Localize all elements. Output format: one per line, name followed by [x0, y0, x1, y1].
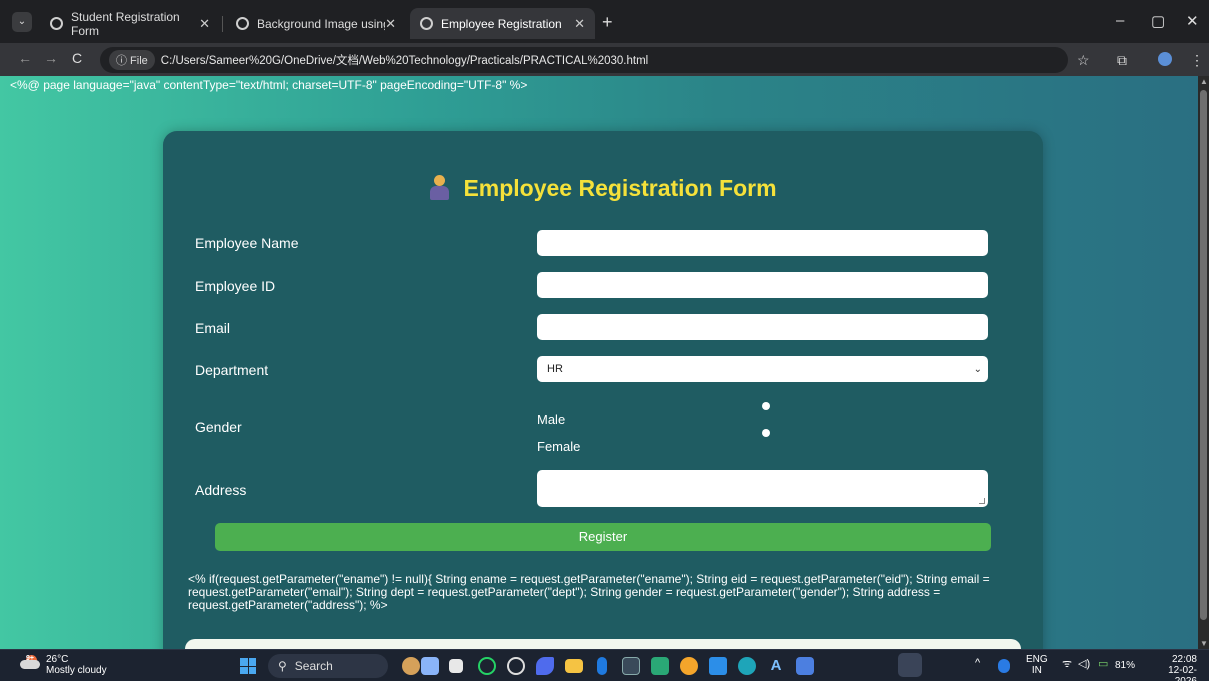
close-tab-icon[interactable]: ✕	[385, 16, 396, 32]
app-icon-green[interactable]	[651, 657, 669, 675]
jsp-scriptlet-code: <% if(request.getParameter("ename") != n…	[188, 572, 990, 612]
minimize-button[interactable]: –	[1116, 12, 1124, 29]
scrollbar-thumb[interactable]	[1200, 90, 1207, 620]
close-window-button[interactable]: ✕	[1186, 12, 1199, 30]
department-label: Department	[195, 362, 269, 378]
tab-background-image[interactable]: Background Image using Intern ✕	[226, 8, 406, 39]
copilot-app-icon[interactable]	[536, 657, 554, 675]
cloudy-weather-icon: 9+	[20, 655, 42, 669]
language-indicator[interactable]: ENG IN	[1026, 654, 1048, 676]
restore-button[interactable]: ▢	[1151, 12, 1165, 30]
globe-icon	[50, 17, 63, 30]
address-label: Address	[195, 482, 247, 498]
chatgpt-icon[interactable]	[507, 657, 525, 675]
clock-time: 22:08	[1171, 654, 1197, 665]
vscode-icon[interactable]	[709, 657, 727, 675]
bluetooth-tray-icon[interactable]	[998, 659, 1010, 673]
chrome-active-icon[interactable]	[898, 653, 922, 677]
tab-title: Employee Registration	[441, 16, 562, 31]
close-tab-icon[interactable]: ✕	[199, 16, 210, 32]
globe-icon	[236, 17, 249, 30]
chrome-icon[interactable]	[680, 657, 698, 675]
url-text[interactable]: C:/Users/Sameer%20G/OneDrive/文档/Web%20Te…	[161, 52, 648, 68]
register-button[interactable]: Register	[215, 523, 991, 551]
tab-separator	[222, 16, 223, 32]
browser-tab-bar: ⌄ Student Registration Form ✕ Background…	[0, 0, 1209, 43]
office-worker-icon	[429, 175, 450, 201]
address-bar-row: ← → C ⓘ File C:/Users/Sameer%20G/OneDriv…	[0, 43, 1209, 76]
app-icon-a[interactable]: A	[767, 657, 785, 675]
scroll-down-icon[interactable]: ▼	[1200, 639, 1208, 648]
show-hidden-icons[interactable]: ^	[975, 658, 980, 669]
widgets-icon[interactable]	[421, 657, 439, 675]
email-input[interactable]	[537, 314, 988, 340]
battery-icon[interactable]: ▭	[1098, 659, 1108, 670]
employee-name-input[interactable]	[537, 230, 988, 256]
windows-taskbar: 9+ 26°C Mostly cloudy ⚲ Search A ^ ENG I…	[0, 649, 1209, 681]
file-explorer-icon[interactable]	[565, 659, 583, 673]
word-icon[interactable]	[796, 657, 814, 675]
browser-menu-icon[interactable]: ⋮	[1190, 52, 1204, 69]
new-tab-button[interactable]: +	[602, 12, 613, 33]
form-title: Employee Registration Form	[163, 175, 1043, 202]
task-view-icon[interactable]	[449, 659, 463, 673]
whatsapp-icon[interactable]	[478, 657, 496, 675]
wifi-icon[interactable]: ᯤ	[1062, 659, 1072, 670]
clock-date: 12-02-2026	[1168, 665, 1197, 681]
extensions-icon[interactable]: ⧉	[1117, 52, 1127, 69]
taskbar-search[interactable]: ⚲ Search	[268, 654, 388, 678]
email-label: Email	[195, 320, 231, 336]
resize-handle-icon[interactable]	[979, 498, 985, 504]
close-tab-icon[interactable]: ✕	[574, 16, 585, 32]
employee-name-label: Employee Name	[195, 235, 299, 251]
edge-icon[interactable]	[738, 657, 756, 675]
bookmark-star-icon[interactable]: ☆	[1077, 52, 1090, 69]
reload-button[interactable]: C	[72, 50, 82, 66]
volume-icon[interactable]: ◁)	[1078, 659, 1090, 670]
page-scrollbar[interactable]: ▲ ▼	[1198, 76, 1209, 649]
back-button[interactable]: ←	[18, 50, 32, 66]
windows-start-icon[interactable]	[240, 658, 256, 674]
terminal-icon[interactable]	[622, 657, 640, 675]
tab-title: Background Image using Intern	[257, 16, 385, 31]
scroll-up-icon[interactable]: ▲	[1200, 77, 1208, 86]
tab-student-registration[interactable]: Student Registration Form ✕	[40, 8, 220, 39]
copilot-avatar-icon[interactable]	[402, 657, 420, 675]
bluetooth-icon[interactable]	[597, 657, 607, 675]
search-icon: ⚲	[278, 659, 287, 673]
weather-temperature: 26°C	[46, 654, 69, 665]
department-selected-value: HR	[547, 363, 563, 375]
gender-female-label: Female	[537, 439, 581, 454]
region-code: IN	[1031, 665, 1042, 676]
department-select[interactable]: HR ⌄	[537, 356, 988, 382]
form-title-text: Employee Registration Form	[463, 175, 777, 201]
gender-female-radio[interactable]	[762, 429, 770, 437]
gender-label: Gender	[195, 419, 242, 435]
employee-id-label: Employee ID	[195, 278, 276, 294]
clock[interactable]: 22:08 12-02-2026	[1147, 654, 1197, 681]
result-box	[185, 639, 1021, 649]
weather-badge: 9+	[26, 655, 34, 662]
jsp-page-directive: <%@ page language="java" contentType="te…	[10, 78, 528, 92]
globe-icon	[420, 17, 433, 30]
gender-male-label: Male	[537, 412, 566, 427]
tab-title: Student Registration Form	[71, 9, 180, 38]
address-textarea[interactable]	[537, 470, 988, 507]
chevron-down-icon: ⌄	[973, 363, 982, 375]
employee-id-input[interactable]	[537, 272, 988, 298]
registration-form-card: Employee Registration Form Employee Name…	[163, 131, 1043, 649]
page-viewport: <%@ page language="java" contentType="te…	[0, 76, 1198, 649]
weather-condition: Mostly cloudy	[46, 665, 107, 676]
gender-male-radio[interactable]	[762, 402, 770, 410]
language-code: ENG	[1026, 654, 1048, 665]
battery-percent: 81%	[1115, 660, 1136, 671]
tab-employee-registration[interactable]: Employee Registration ✕	[410, 8, 595, 39]
tab-search-chevron-icon[interactable]: ⌄	[12, 12, 32, 32]
search-placeholder: Search	[294, 659, 333, 673]
profile-avatar[interactable]	[1158, 52, 1172, 66]
address-bar[interactable]: ⓘ File C:/Users/Sameer%20G/OneDrive/文档/W…	[100, 47, 1068, 73]
site-info-chip[interactable]: ⓘ File	[109, 50, 155, 70]
forward-button[interactable]: →	[44, 50, 58, 66]
